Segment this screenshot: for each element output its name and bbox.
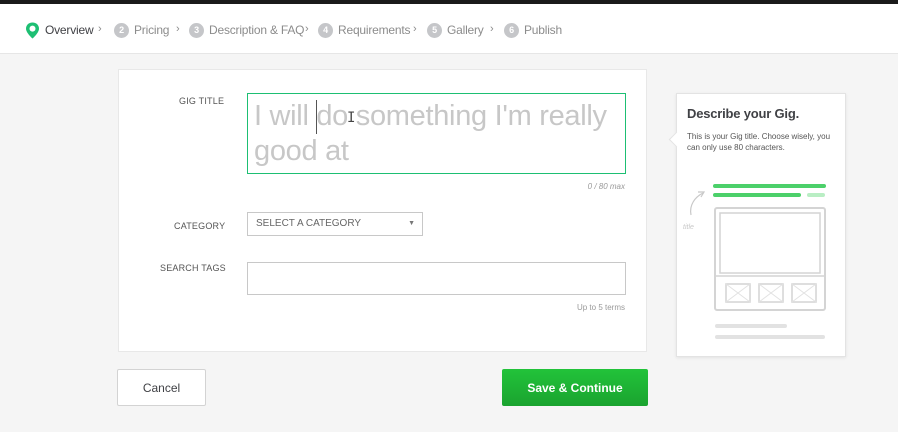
overview-form-card: GIG TITLE I will do something I'm really… <box>118 69 647 352</box>
search-tags-input[interactable] <box>247 262 626 295</box>
cancel-button[interactable]: Cancel <box>117 369 206 406</box>
step-requirements[interactable]: 4 Requirements <box>318 21 411 39</box>
progress-steps-bar: Overview › 2 Pricing › 3 Description & F… <box>0 4 898 54</box>
step-label: Gallery <box>447 23 484 37</box>
search-tags-label: SEARCH TAGS <box>160 263 226 273</box>
chevron-right-icon: › <box>305 23 309 35</box>
step-label: Pricing <box>134 23 170 37</box>
i-beam-cursor-icon: I <box>347 110 356 126</box>
step-pricing[interactable]: 2 Pricing <box>114 21 169 39</box>
step-number: 6 <box>504 22 519 38</box>
step-number: 4 <box>318 22 333 38</box>
step-number: 5 <box>427 22 442 38</box>
tip-text: This is your Gig title. Choose wisely, y… <box>687 132 831 152</box>
step-publish[interactable]: 6 Publish <box>504 21 562 39</box>
chevron-right-icon: › <box>413 23 417 35</box>
gig-title-label: GIG TITLE <box>179 96 225 106</box>
step-overview[interactable]: Overview <box>25 21 94 39</box>
gig-title-placeholder: I will do something I'm really good at <box>254 100 607 167</box>
tip-title: Describe your Gig. <box>687 106 799 121</box>
step-label: Overview <box>45 23 94 37</box>
text-caret <box>316 100 317 134</box>
gig-illustration: title <box>683 184 826 339</box>
category-selected-value: SELECT A CATEGORY <box>256 218 362 229</box>
illus-title-label: title <box>683 224 694 231</box>
step-number: 2 <box>114 22 129 38</box>
chevron-right-icon: › <box>98 23 102 35</box>
gig-title-input[interactable]: I will do something I'm really good at I <box>247 93 626 174</box>
step-label: Publish <box>524 23 562 37</box>
title-char-counter: 0 / 80 max <box>587 182 625 191</box>
category-label: CATEGORY <box>174 221 226 231</box>
category-select[interactable]: SELECT A CATEGORY ▼ <box>247 212 423 236</box>
save-continue-button[interactable]: Save & Continue <box>502 369 648 406</box>
step-label: Requirements <box>338 23 411 37</box>
step-number: 3 <box>189 22 204 38</box>
step-label: Description & FAQ <box>209 23 305 37</box>
map-pin-icon <box>25 22 40 39</box>
caret-down-icon: ▼ <box>408 220 415 227</box>
chevron-right-icon: › <box>490 23 494 35</box>
search-tags-hint: Up to 5 terms <box>576 303 625 312</box>
step-gallery[interactable]: 5 Gallery <box>427 21 484 39</box>
tip-panel: Describe your Gig. This is your Gig titl… <box>668 93 846 357</box>
chevron-right-icon: › <box>176 23 180 35</box>
tip-notch <box>668 131 685 148</box>
step-description-faq[interactable]: 3 Description & FAQ <box>189 21 305 39</box>
